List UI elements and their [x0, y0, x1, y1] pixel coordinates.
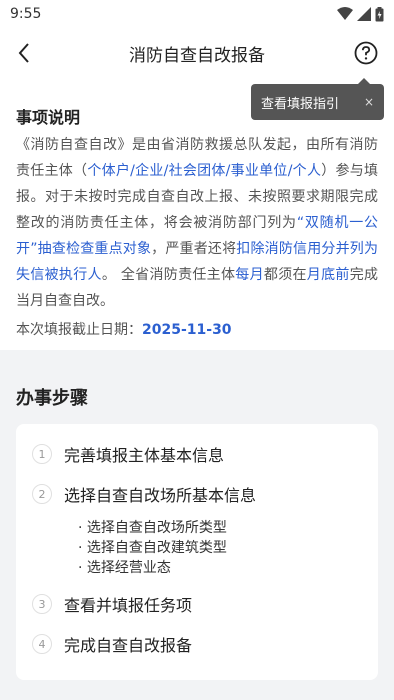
step-number: 4: [32, 634, 52, 654]
step-number: 2: [32, 484, 52, 504]
step-sub-item: · 选择自查自改场所类型: [78, 520, 227, 536]
steps-card: 1 完善填报主体基本信息 2 选择自查自改场所基本信息 · 选择自查自改场所类型…: [16, 424, 378, 680]
status-icons: [337, 6, 384, 22]
notice-highlight: 个体户/企业/社会团体/事业单位/个人: [87, 163, 322, 179]
back-button[interactable]: [12, 41, 36, 65]
step-item: 3 查看并填报任务项: [32, 584, 378, 624]
wifi-icon: [337, 7, 353, 20]
steps-title: 办事步骤: [16, 388, 88, 409]
nav-bar: 消防自查自改报备: [0, 28, 394, 78]
battery-icon: [375, 6, 384, 21]
notice-text: ，严重者还将: [151, 241, 237, 257]
page-title: 消防自查自改报备: [129, 45, 265, 66]
notice-highlight: 每月: [235, 267, 264, 283]
step-label: 完成自查自改报备: [64, 636, 193, 655]
step-label: 选择自查自改场所基本信息: [64, 486, 257, 505]
step-label: 查看并填报任务项: [64, 596, 193, 615]
notice-body: 《消防自查自改》是由省消防救援总队发起，由所有消防责任主体（个体户/企业/社会团…: [16, 132, 378, 314]
signal-icon: [357, 7, 371, 21]
step-number: 3: [32, 594, 52, 614]
steps-section: 办事步骤 1 完善填报主体基本信息 2 选择自查自改场所基本信息 · 选择自查自…: [0, 350, 394, 680]
guide-tooltip[interactable]: 查看填报指引 ×: [251, 78, 384, 120]
tooltip-close-icon[interactable]: ×: [364, 95, 374, 109]
step-number: 1: [32, 444, 52, 464]
notice-highlight: 月底前: [306, 267, 350, 283]
notice-text: 。 全省消防责任主体: [101, 267, 236, 283]
status-time: 9:55: [10, 6, 42, 22]
step-sub-item: · 选择经营业态: [78, 560, 171, 576]
step-label: 完善填报主体基本信息: [64, 446, 225, 465]
step-sub-item: · 选择自查自改建筑类型: [78, 540, 227, 556]
deadline-value: 2025-11-30: [142, 322, 232, 338]
step-sub-list: · 选择自查自改场所类型 · 选择自查自改建筑类型 · 选择经营业态: [32, 518, 378, 578]
help-button[interactable]: [354, 41, 378, 65]
tooltip-text: 查看填报指引: [261, 96, 340, 112]
step-item: 4 完成自查自改报备: [32, 624, 378, 664]
help-icon: [354, 41, 378, 65]
deadline-label: 本次填报截止日期：: [16, 322, 142, 338]
step-item: 1 完善填报主体基本信息: [32, 434, 378, 474]
step-item: 2 选择自查自改场所基本信息: [32, 474, 378, 514]
status-bar: 9:55: [0, 0, 394, 28]
notice-text: 都须在: [263, 267, 307, 283]
deadline: 本次填报截止日期：2025-11-30: [16, 319, 378, 339]
chevron-left-icon: [18, 43, 29, 63]
